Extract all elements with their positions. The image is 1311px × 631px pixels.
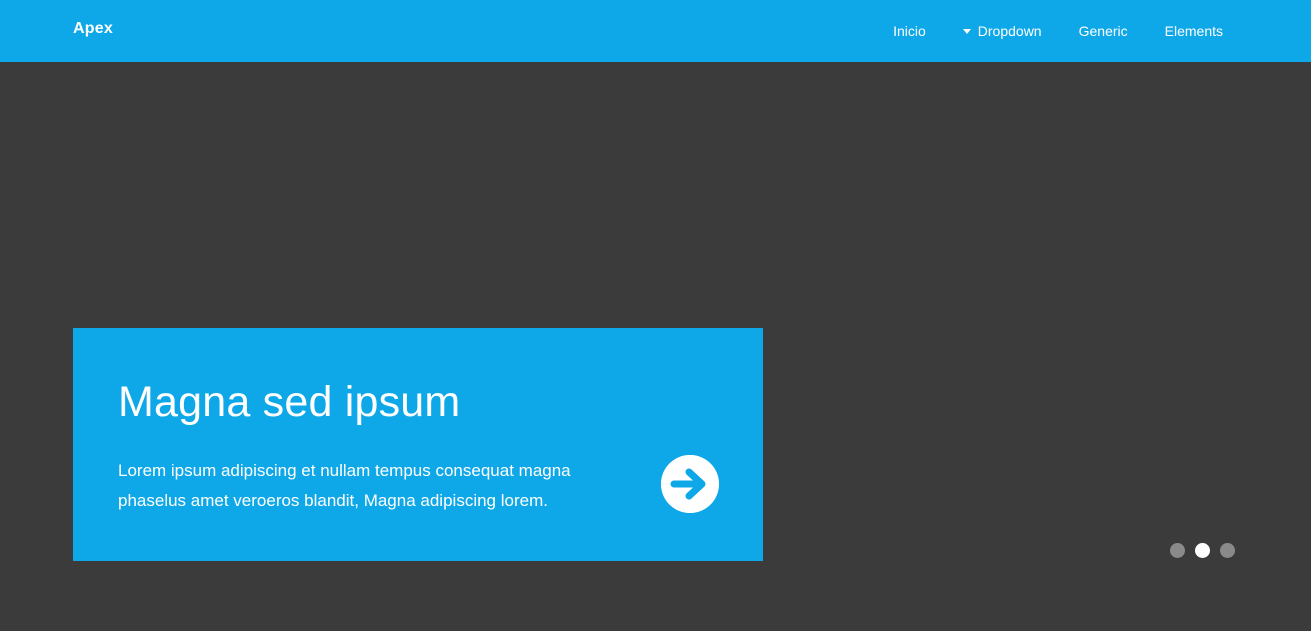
nav-item-label: Dropdown [977, 23, 1042, 39]
brand-logo[interactable]: Apex [73, 20, 113, 38]
nav-item-label: Generic [1078, 23, 1128, 39]
arrow-right-circle-icon [661, 455, 719, 513]
hero-caption-card: Magna sed ipsum Lorem ipsum adipiscing e… [73, 328, 763, 561]
caret-down-icon [962, 29, 971, 34]
slider-pagination [1170, 543, 1245, 558]
nav-item-generic[interactable]: Generic [1079, 23, 1128, 39]
top-navbar: Apex Inicio Dropdown Generic Elements [0, 0, 1311, 62]
slider-dot-1[interactable] [1170, 543, 1185, 558]
next-arrow-button[interactable] [661, 455, 719, 513]
hero-description-line-1: Lorem ipsum adipiscing et nullam tempus … [118, 461, 571, 480]
nav-item-dropdown[interactable]: Dropdown [962, 23, 1042, 39]
main-nav: Inicio Dropdown Generic Elements [893, 0, 1223, 62]
slider-dot-2[interactable] [1195, 543, 1210, 558]
nav-item-label: Elements [1164, 23, 1223, 39]
hero-description: Lorem ipsum adipiscing et nullam tempus … [118, 456, 638, 516]
hero-title: Magna sed ipsum [118, 378, 461, 426]
slider-dot-3[interactable] [1220, 543, 1235, 558]
nav-item-inicio[interactable]: Inicio [893, 23, 926, 39]
nav-item-label: Inicio [893, 23, 926, 39]
hero-description-line-2: phaselus amet veroeros blandit, Magna ad… [118, 491, 548, 510]
nav-item-elements[interactable]: Elements [1165, 23, 1223, 39]
